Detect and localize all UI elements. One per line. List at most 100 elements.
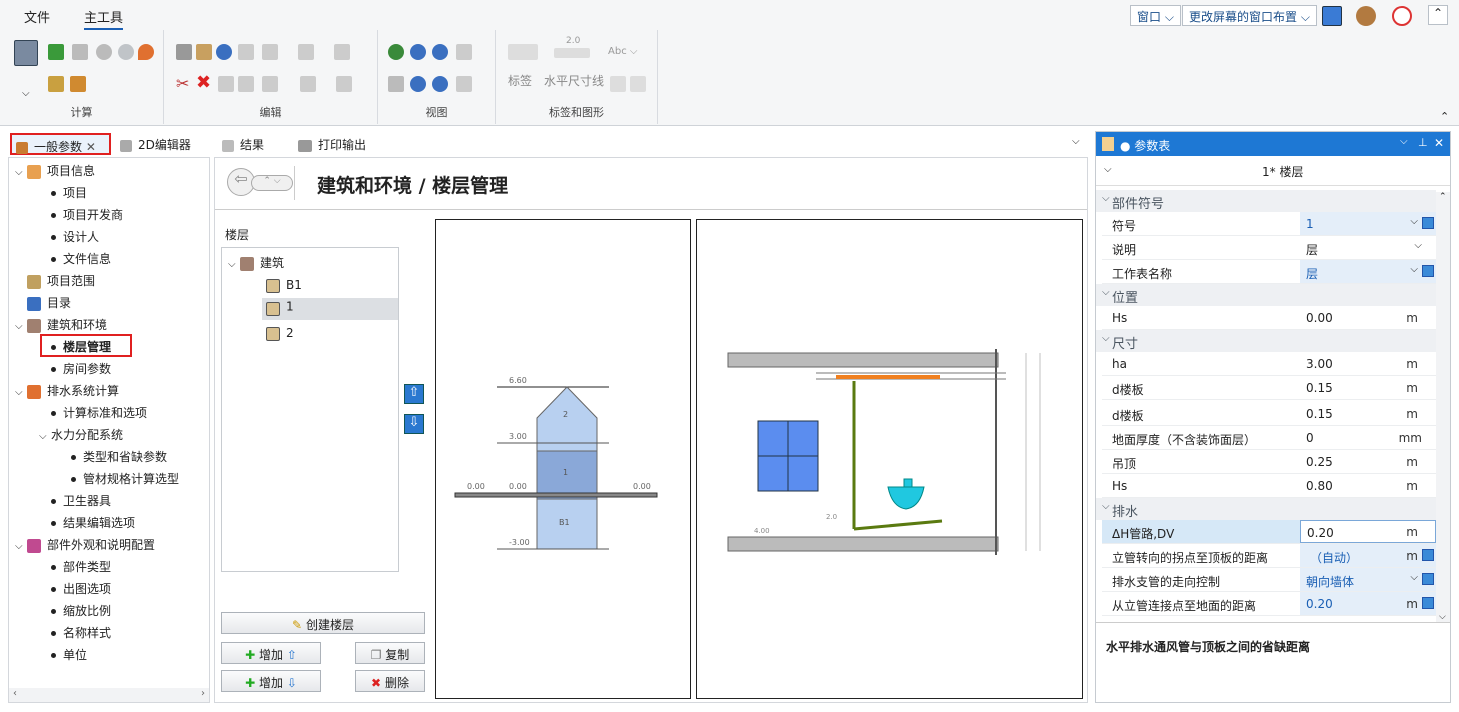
green-table-icon[interactable] [48,44,64,60]
delete-icon[interactable]: ✖ [196,72,211,93]
param-section[interactable]: ⌵ 部件符号 [1096,190,1436,212]
param-section[interactable]: ⌵ 位置 [1096,284,1436,306]
tree-item[interactable]: 管材规格计算选型 [71,470,179,487]
dropdown-icon[interactable]: ⌵ [1410,572,1418,583]
tree-item[interactable]: 文件信息 [51,250,111,267]
select-icon[interactable] [336,76,352,92]
add-above-button[interactable]: ✚ 增加 ⇧ [221,642,321,664]
sheet-link-icon[interactable] [1422,573,1434,585]
snap-icon[interactable] [300,76,316,92]
tabs-dropdown-icon[interactable]: ⌵ [1072,136,1080,147]
tree-item[interactable]: 类型和省缺参数 [71,448,167,465]
window-arrange-icon[interactable] [456,76,472,92]
measure-icon[interactable] [334,44,350,60]
pipe-icon[interactable] [48,76,64,92]
tab-general-params[interactable]: 一般参数 ✕ [10,133,111,155]
dropdown-icon[interactable]: ⌵ [1410,264,1418,275]
zoom-window-icon[interactable] [456,44,472,60]
label-tag-icon[interactable] [508,44,538,60]
sheet-link-icon[interactable] [1422,217,1434,229]
expand-icon[interactable]: ⌵ [15,541,27,552]
zoom-in-icon[interactable] [388,44,404,60]
tree-item[interactable]: 缩放比例 [51,602,111,619]
connect-icon[interactable] [262,76,278,92]
dropdown-icon[interactable]: ⌵ [1410,216,1418,227]
menu-main-tools[interactable]: 主工具 [84,7,124,30]
dim-line-icon[interactable] [554,48,590,58]
chevron-down-icon[interactable]: ⌵ [22,88,30,99]
zoom-prev-icon[interactable] [410,76,426,92]
scroll-up-icon[interactable]: ⌃ [1439,192,1447,202]
floor-item-1[interactable]: 1 [262,298,398,320]
tree-item[interactable]: 计算标准和选项 [51,404,147,421]
undo-icon[interactable] [216,44,232,60]
tree-item[interactable]: 项目开发商 [51,206,123,223]
tree-item[interactable]: ⌵ 建筑和环境 [15,316,107,333]
tree-item[interactable]: 名称样式 [51,624,111,641]
copy-icon[interactable] [176,44,192,60]
sheet-link-icon[interactable] [1422,597,1434,609]
menu-file[interactable]: 文件 [24,7,50,26]
window-dropdown[interactable]: 窗口 ⌵ [1130,5,1181,26]
floor-item-2[interactable]: 2 [266,326,294,341]
move-up-button[interactable]: ⇧ [404,384,424,404]
redo-icon[interactable] [218,76,234,92]
tree-item[interactable]: 房间参数 [51,360,111,377]
param-section[interactable]: ⌵ 排水 [1096,498,1436,520]
expand-icon[interactable]: ⌵ [15,167,27,178]
building-node[interactable]: ⌵ 建筑 [228,254,284,271]
pin-icon[interactable]: ⊥ [1418,136,1428,149]
save-screen-icon[interactable] [1322,6,1342,26]
copy-button[interactable]: ❐ 复制 [355,642,425,664]
tab-2d-editor[interactable]: 2D编辑器 [116,133,195,155]
align-icon[interactable] [262,44,278,60]
mirror-icon[interactable] [238,44,254,60]
zoom-out-icon[interactable] [410,44,426,60]
expand-icon[interactable]: ⌵ [39,431,51,442]
building-icon[interactable] [72,44,88,60]
stamp-icon[interactable] [1356,6,1376,26]
create-floor-button[interactable]: ✎ 创建楼层 [221,612,425,634]
tree-item[interactable]: 结果编辑选项 [51,514,135,531]
tree-hscrollbar[interactable]: ‹ › [9,688,209,702]
tree-item[interactable]: ⌵ 水力分配系统 [15,426,123,443]
tab-print[interactable]: 打印输出 [294,133,370,155]
zoom-all-icon[interactable] [432,76,448,92]
collapse-button[interactable]: ⌃ [1428,5,1448,25]
abc-label[interactable]: Abc ⌵ [608,46,637,57]
expand-icon[interactable]: ⌵ [15,321,27,332]
orange-drop-icon[interactable] [138,44,154,60]
tree-item[interactable]: 目录 [15,294,71,311]
fitting-icon[interactable] [70,76,86,92]
tree-item[interactable]: 出图选项 [51,580,111,597]
tree-item[interactable]: 单位 [51,646,87,663]
move-icon[interactable] [298,44,314,60]
label-tag-button[interactable]: 标签 [508,72,532,89]
rotate-icon[interactable] [238,76,254,92]
tree-item[interactable]: 卫生器具 [51,492,111,509]
expand-icon[interactable]: ⌵ [15,387,27,398]
tree-item[interactable]: 项目范围 [15,272,95,289]
tree-item[interactable]: 设计人 [51,228,99,245]
param-scrollbar[interactable]: ⌃ ⌵ [1436,192,1450,622]
close-icon[interactable]: ✕ [86,140,96,154]
tree-item[interactable]: ⌵ 部件外观和说明配置 [15,536,155,553]
help-drop-icon[interactable] [1392,6,1412,26]
tree-item[interactable]: ⌵ 项目信息 [15,162,95,179]
gray-drop-icon[interactable] [96,44,112,60]
ribbon-collapse-icon[interactable]: ⌃ [1440,110,1449,123]
table-icon[interactable] [610,76,626,92]
tree-item[interactable]: 部件类型 [51,558,111,575]
floor-selector[interactable]: ⌵ 1* 楼层 [1096,156,1450,186]
paste-icon[interactable] [196,44,212,60]
drop-icon[interactable] [118,44,134,60]
dropdown-icon[interactable]: ⌵ [1400,136,1408,147]
floor-item-b1[interactable]: B1 [266,278,302,293]
scroll-down-icon[interactable]: ⌵ [1439,612,1446,622]
page-icon[interactable] [630,76,646,92]
calculator-icon[interactable] [14,40,38,66]
tab-results[interactable]: 结果 [218,133,268,155]
up-down-icon[interactable]: ⌃ ⌵ [251,175,293,191]
layout-dropdown[interactable]: 更改屏幕的窗口布置 ⌵ [1182,5,1317,26]
zoom-auto-icon[interactable] [432,44,448,60]
